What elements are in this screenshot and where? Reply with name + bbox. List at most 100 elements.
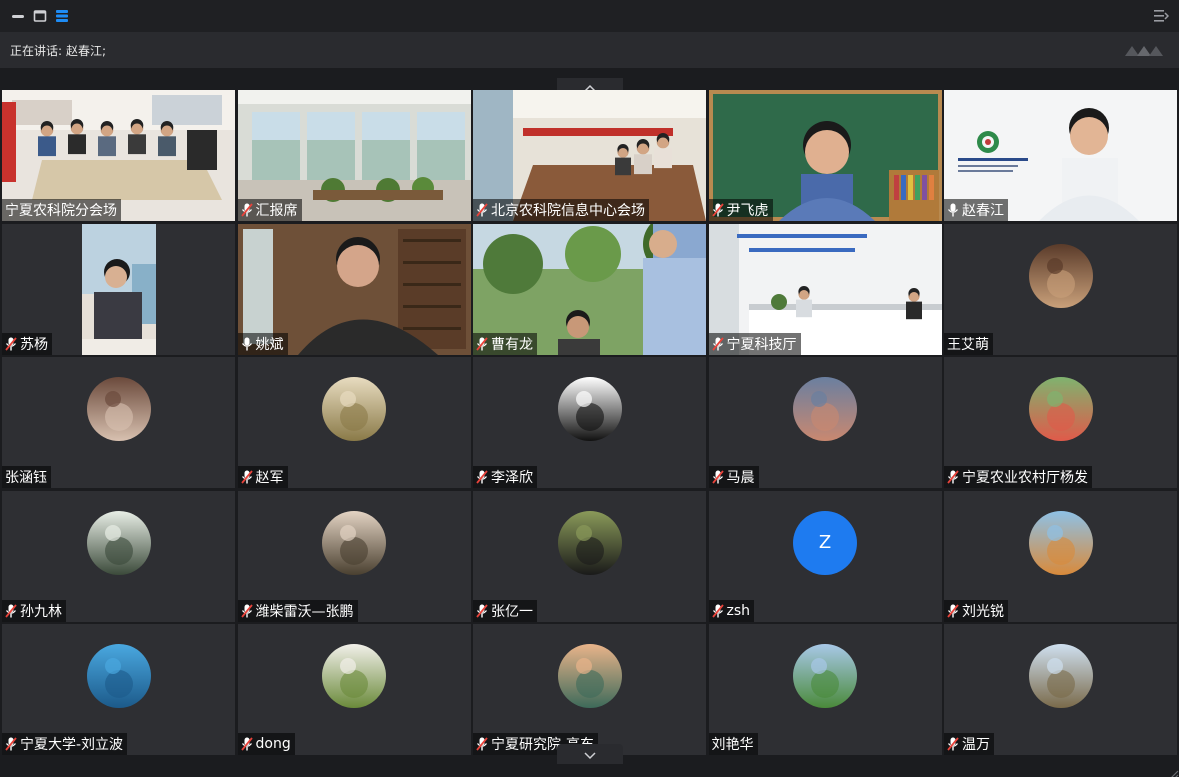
participant-tile[interactable]: 赵军 [237, 357, 471, 488]
participant-name: 尹飞虎 [726, 203, 769, 219]
mic-muted-icon [240, 203, 253, 217]
participant-tile[interactable]: 刘艳华 [708, 624, 942, 755]
avatar [1028, 377, 1093, 441]
avatar [1028, 510, 1093, 575]
participant-name-tag: dong [237, 733, 295, 755]
panel-toggle-icon[interactable] [1153, 8, 1170, 24]
participant-name-tag: 李泽欣 [473, 466, 537, 488]
mic-muted-icon [711, 603, 724, 618]
participant-tile[interactable]: 曹有龙 [473, 223, 706, 355]
participant-name: 宁夏农业农村厅杨发 [962, 470, 1088, 486]
participant-tile[interactable]: 宁夏农业农村厅杨发 [944, 357, 1177, 488]
participant-tile[interactable]: 尹飞虎 [708, 90, 942, 221]
participant-name: 姚斌 [255, 336, 284, 353]
avatar [322, 510, 386, 575]
mic-muted-icon [240, 737, 253, 751]
participant-name: 赵军 [255, 470, 284, 486]
mic-muted-icon [240, 470, 253, 484]
avatar [86, 510, 151, 575]
participant-name: 潍柴雷沃—张鹏 [255, 603, 354, 620]
participant-tile[interactable]: 张亿一 [473, 490, 706, 622]
participant-name-tag: 宁夏农业农村厅杨发 [944, 466, 1092, 488]
avatar [793, 377, 857, 441]
speaking-indicator: 正在讲话: 赵春江; [0, 32, 1179, 68]
participant-name: 苏杨 [20, 336, 48, 353]
participant-tile[interactable]: 宁夏大学-刘立波 [2, 624, 235, 755]
participant-name: 孙九林 [20, 603, 62, 620]
mic-muted-icon [476, 603, 488, 618]
participant-name-tag: 刘光锐 [944, 599, 1008, 622]
participant-tile[interactable]: 王艾萌 [944, 223, 1177, 355]
participant-name: 马晨 [726, 470, 755, 486]
participant-tile[interactable]: 北京农科院信息中心会场 [473, 90, 706, 221]
mic-muted-icon [947, 737, 959, 751]
participant-tile[interactable]: 赵春江 [944, 90, 1177, 221]
avatar [1028, 243, 1093, 308]
participant-tile[interactable]: 马晨 [708, 357, 942, 488]
participant-name: 张亿一 [491, 603, 533, 620]
participant-name-tag: 赵军 [237, 466, 288, 488]
participant-tile[interactable]: 宁夏研究院-高东 [473, 624, 706, 755]
mic-muted-icon [711, 203, 724, 217]
participant-name-tag: 尹飞虎 [708, 199, 773, 221]
participant-name-tag: 温万 [944, 733, 994, 755]
participant-tile[interactable]: 孙九林 [2, 490, 235, 622]
participant-tile[interactable]: dong [237, 624, 471, 755]
app-logo-icon [1123, 40, 1167, 62]
avatar [557, 510, 622, 575]
mic-icon [241, 337, 253, 351]
title-bar [0, 0, 1179, 32]
participant-name-tag: 汇报席 [237, 199, 302, 221]
mic-icon [947, 203, 959, 217]
participant-name: 北京农科院信息中心会场 [491, 203, 645, 219]
participant-tile[interactable]: 宁夏农科院分会场 [2, 90, 235, 221]
mic-muted-icon [5, 603, 17, 618]
participant-name: 刘光锐 [962, 603, 1004, 620]
participant-name: 汇报席 [255, 203, 298, 219]
participant-name-tag: 孙九林 [2, 599, 66, 622]
resize-grip-icon[interactable] [1167, 765, 1179, 777]
expand-down-button[interactable] [557, 744, 623, 764]
minimize-icon[interactable] [10, 8, 26, 24]
avatar: Z [793, 510, 857, 575]
participant-name: 王艾萌 [947, 336, 989, 353]
participant-tile[interactable]: 张涵钰 [2, 357, 235, 488]
speaking-label: 正在讲话: [10, 43, 63, 58]
mic-muted-icon [947, 470, 959, 484]
participant-tile[interactable]: 刘光锐 [944, 490, 1177, 622]
participant-name-tag: 北京农科院信息中心会场 [473, 199, 649, 221]
participant-name-tag: 宁夏农科院分会场 [2, 199, 121, 221]
mic-muted-icon [476, 336, 488, 351]
participant-name-tag: 苏杨 [2, 332, 52, 355]
participant-name-tag: 张涵钰 [2, 466, 51, 488]
layout-list-icon[interactable] [54, 8, 70, 24]
participant-tile[interactable]: 李泽欣 [473, 357, 706, 488]
participant-tile[interactable]: 温万 [944, 624, 1177, 755]
participant-tile[interactable]: 潍柴雷沃—张鹏 [237, 490, 471, 622]
participant-tile[interactable]: 姚斌 [237, 223, 471, 355]
participant-name-tag: 赵春江 [944, 199, 1008, 221]
avatar [86, 377, 151, 441]
avatar [557, 644, 622, 708]
participant-name-tag: 潍柴雷沃—张鹏 [237, 599, 358, 622]
mic-muted-icon [476, 203, 488, 217]
participant-name-tag: 张亿一 [473, 599, 537, 622]
participant-name: 宁夏大学-刘立波 [20, 737, 124, 753]
participant-name-tag: 刘艳华 [708, 733, 758, 755]
chevron-down-icon [584, 745, 596, 764]
participant-name: 刘艳华 [711, 737, 754, 753]
speaking-name: 赵春江; [66, 43, 107, 58]
avatar [1028, 644, 1093, 708]
maximize-icon[interactable] [32, 8, 48, 24]
participant-name: 张涵钰 [5, 470, 47, 486]
participant-name: 宁夏科技厅 [726, 336, 797, 353]
participant-tile[interactable]: Zzsh [708, 490, 942, 622]
participant-grid: 宁夏农科院分会场 汇报席 北京农科院信息中心会场 尹飞虎 赵春江苏杨 姚斌 曹有龙 宁夏科技厅… [2, 90, 1177, 755]
participant-tile[interactable]: 苏杨 [2, 223, 235, 355]
mic-muted-icon [947, 603, 959, 618]
participant-tile[interactable]: 汇报席 [237, 90, 471, 221]
participant-name: 李泽欣 [491, 470, 533, 486]
participant-tile[interactable]: 宁夏科技厅 [708, 223, 942, 355]
mic-muted-icon [5, 737, 17, 751]
avatar [322, 644, 386, 708]
